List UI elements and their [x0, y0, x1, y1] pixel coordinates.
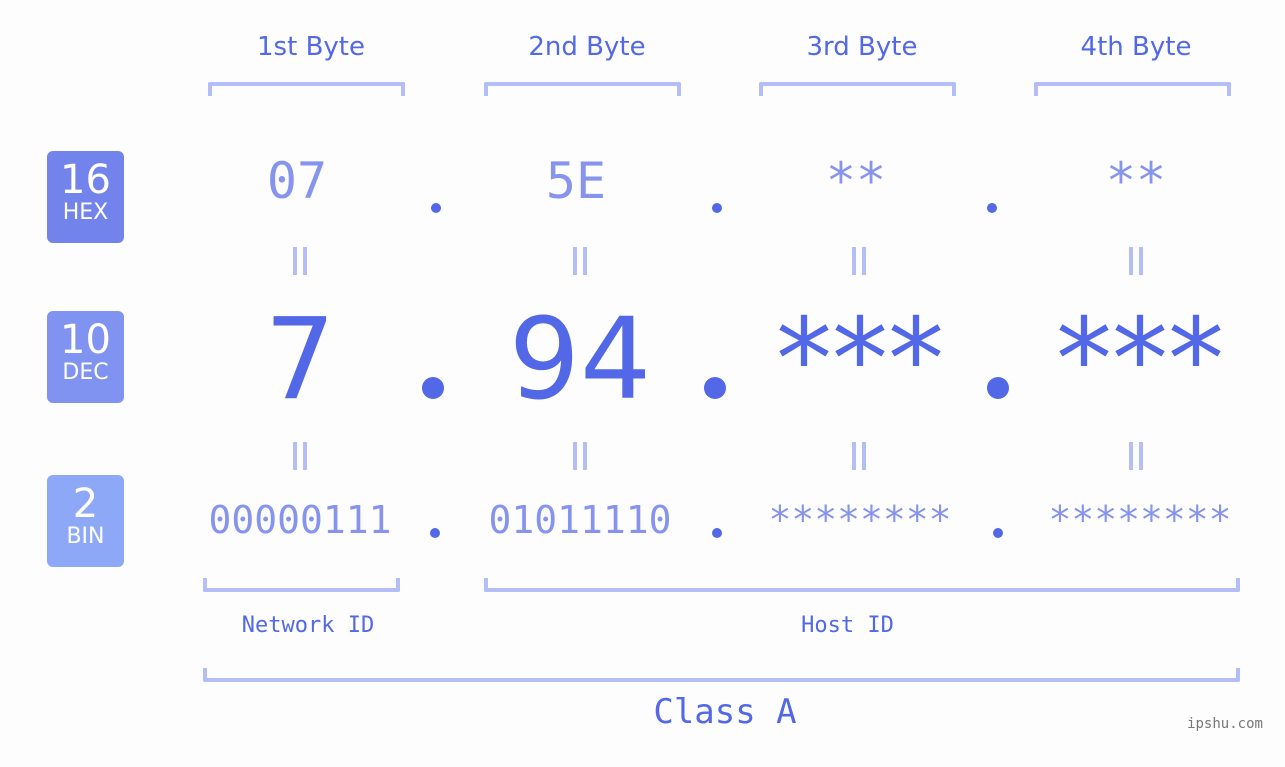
dec-badge-label: DEC [62, 360, 109, 385]
equals-icon [851, 442, 867, 470]
bin-badge-label: BIN [66, 524, 105, 549]
dec-dot-separator [704, 377, 726, 399]
dec-value-1: 7 [264, 295, 336, 425]
byte-label-4: 4th Byte [1080, 32, 1192, 62]
network-id-label: Network ID [241, 613, 375, 638]
hex-dot-separator [987, 203, 997, 213]
byte-bracket-1 [208, 82, 405, 96]
dec-badge: 10 DEC [47, 311, 124, 403]
equals-icon [1128, 247, 1144, 275]
bin-value-1: 00000111 [208, 498, 392, 542]
equals-icon [851, 247, 867, 275]
byte-bracket-4 [1034, 82, 1231, 96]
hex-badge-label: HEX [62, 200, 109, 225]
hex-value-3: ** [825, 152, 887, 210]
hex-dot-separator [712, 203, 722, 213]
dec-value-2: 94 [508, 295, 652, 425]
bin-value-4: ******** [1048, 498, 1232, 542]
equals-icon [292, 442, 308, 470]
hex-dot-separator [431, 203, 441, 213]
dec-dot-separator [422, 377, 444, 399]
bin-dot-separator [712, 528, 722, 538]
bin-badge-number: 2 [72, 481, 99, 527]
hex-badge: 16 HEX [47, 151, 124, 243]
bin-dot-separator [430, 528, 440, 538]
host-id-bracket [484, 578, 1240, 592]
byte-bracket-2 [484, 82, 681, 96]
watermark: ipshu.com [1187, 716, 1263, 732]
equals-icon [1128, 442, 1144, 470]
byte-label-1: 1st Byte [257, 32, 365, 62]
dec-badge-number: 10 [60, 317, 111, 363]
equals-icon [572, 247, 588, 275]
bin-badge: 2 BIN [47, 475, 124, 567]
host-id-label: Host ID [801, 613, 894, 638]
byte-bracket-3 [759, 82, 956, 96]
class-label: Class A [653, 692, 797, 732]
equals-icon [572, 442, 588, 470]
dec-value-4: *** [1056, 295, 1224, 425]
hex-value-1: 07 [266, 152, 328, 210]
equals-icon [292, 247, 308, 275]
dec-value-3: *** [776, 295, 944, 425]
class-bracket [203, 668, 1240, 682]
dec-dot-separator [987, 377, 1009, 399]
network-id-bracket [203, 578, 400, 592]
bin-value-3: ******** [768, 498, 952, 542]
hex-badge-number: 16 [60, 157, 111, 203]
bin-dot-separator [993, 528, 1003, 538]
byte-label-3: 3rd Byte [806, 32, 918, 62]
byte-label-2: 2nd Byte [528, 32, 646, 62]
hex-value-2: 5E [545, 152, 607, 210]
bin-value-2: 01011110 [488, 498, 672, 542]
hex-value-4: ** [1105, 152, 1167, 210]
